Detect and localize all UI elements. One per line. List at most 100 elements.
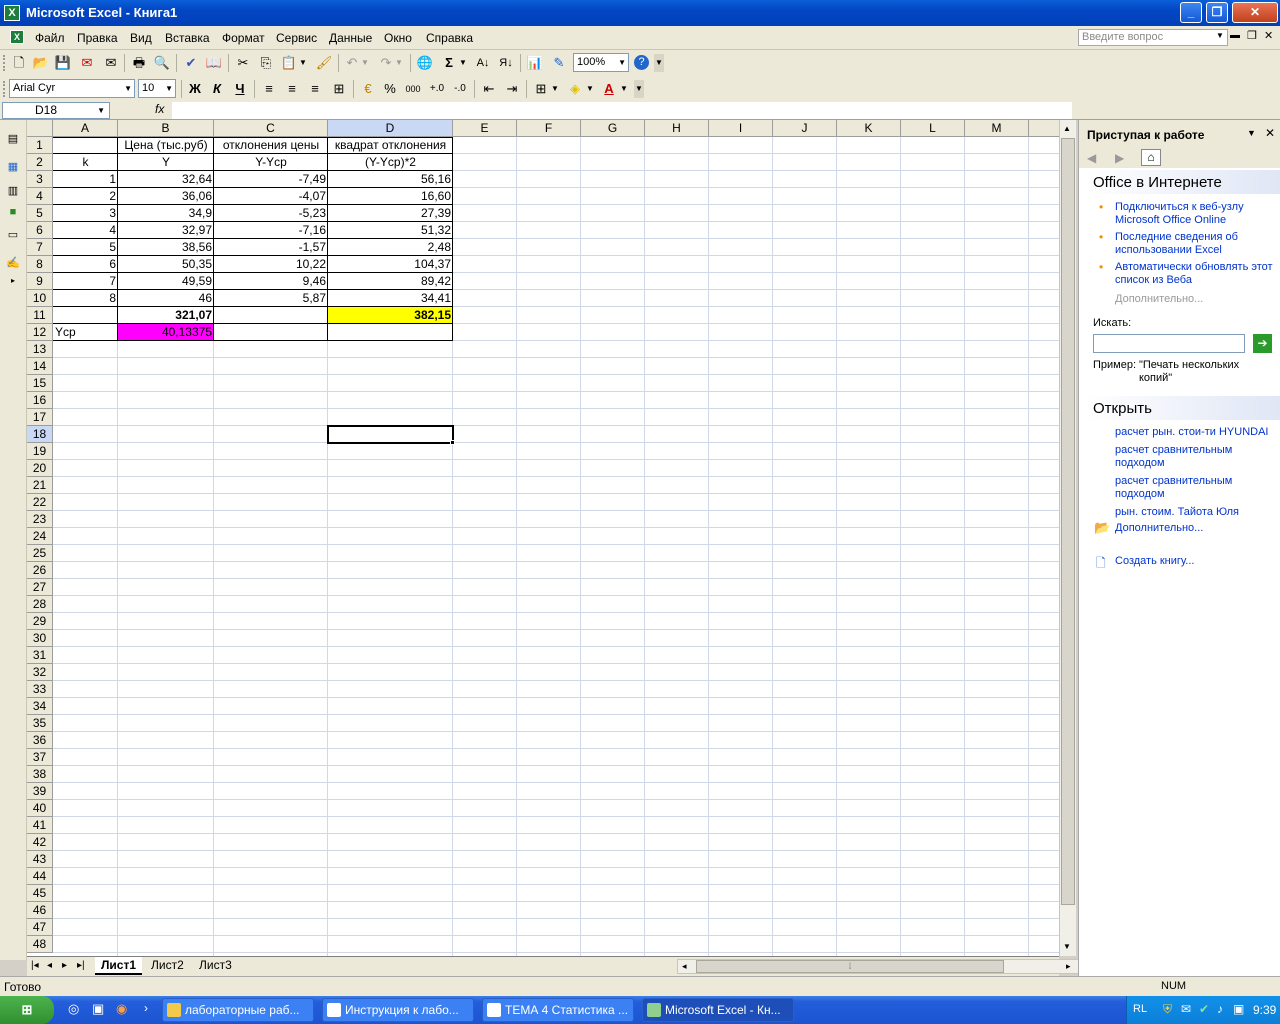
menu-edit[interactable]: Правка (77, 31, 118, 45)
toolbar-tool-icon[interactable]: ▭ (4, 228, 22, 244)
ask-question-input[interactable]: Введите вопрос (1078, 29, 1228, 46)
cell-b12-mean[interactable]: 40,13375 (118, 324, 214, 341)
row-header[interactable]: 5 (27, 205, 53, 222)
task-word-instruction[interactable]: Инструкция к лабо... (322, 998, 474, 1022)
cell-a12[interactable]: Yср (53, 324, 118, 341)
cell-a10[interactable]: 8 (53, 290, 118, 307)
cell-d5[interactable]: 27,39 (328, 205, 453, 222)
row-header[interactable]: 30 (27, 630, 53, 647)
new-icon[interactable]: 🗋 (10, 54, 28, 72)
language-indicator[interactable]: RL (1133, 1003, 1147, 1015)
vertical-scrollbar[interactable]: ▲ ▼ (1059, 120, 1076, 956)
row-header[interactable]: 33 (27, 681, 53, 698)
link-connect-office-online[interactable]: Подключиться к веб-узлу Microsoft Office… (1115, 201, 1275, 227)
toolbar-tool-icon[interactable]: ▥ (4, 184, 22, 200)
task-word-tema4[interactable]: ТЕМА 4 Статистика ... (482, 998, 634, 1022)
column-header[interactable]: B (118, 120, 214, 137)
align-left-icon[interactable]: ≡ (260, 80, 278, 98)
comma-style-button[interactable]: 000 (404, 80, 422, 98)
increase-decimal-icon[interactable]: +.0 (428, 80, 446, 98)
row-header[interactable]: 36 (27, 732, 53, 749)
font-name-combo[interactable]: Arial Cyr ▼ (9, 79, 135, 98)
autosum-icon[interactable]: Σ (440, 54, 458, 72)
font-size-dropdown-icon[interactable]: ▼ (165, 80, 173, 97)
doc-close-icon[interactable]: ✕ (1264, 29, 1273, 42)
row-header[interactable]: 43 (27, 851, 53, 868)
task-excel[interactable]: Microsoft Excel - Кн... (642, 998, 794, 1022)
quicklaunch-desktop-icon[interactable]: ▣ (92, 1001, 104, 1017)
task-pane-search-input[interactable] (1093, 334, 1245, 353)
row-header[interactable]: 26 (27, 562, 53, 579)
tray-monitor-icon[interactable]: ▣ (1233, 1002, 1244, 1016)
recent-file-link[interactable]: расчет сравнительным подходом (1115, 444, 1245, 470)
row-header[interactable]: 47 (27, 919, 53, 936)
hyperlink-icon[interactable]: 🌐 (416, 54, 434, 72)
help-icon[interactable]: ? (634, 55, 649, 70)
column-header[interactable]: C (214, 120, 328, 137)
cell-c7[interactable]: -1,57 (214, 239, 328, 256)
copy-icon[interactable]: ⎘ (257, 54, 275, 72)
row-header[interactable]: 23 (27, 511, 53, 528)
column-header[interactable]: D (328, 120, 453, 137)
row-header[interactable]: 25 (27, 545, 53, 562)
link-more-files[interactable]: Дополнительно... (1115, 522, 1275, 535)
row-header[interactable]: 31 (27, 647, 53, 664)
cell-c5[interactable]: -5,23 (214, 205, 328, 222)
close-button[interactable]: ✕ (1232, 2, 1278, 23)
row-header[interactable]: 22 (27, 494, 53, 511)
row-header[interactable]: 20 (27, 460, 53, 477)
cell-d6[interactable]: 51,32 (328, 222, 453, 239)
font-size-combo[interactable]: 10 ▼ (138, 79, 176, 98)
toolbar-tool-icon[interactable]: ▤ (4, 132, 22, 148)
cell-c10[interactable]: 5,87 (214, 290, 328, 307)
home-icon[interactable]: ⌂ (1141, 149, 1161, 166)
research-icon[interactable]: 📖 (205, 54, 223, 72)
row-header[interactable]: 9 (27, 273, 53, 290)
cell-d3[interactable]: 56,16 (328, 171, 453, 188)
row-header[interactable]: 28 (27, 596, 53, 613)
cell-d11-total[interactable]: 382,15 (328, 307, 453, 324)
tray-network-icon[interactable]: ✔ (1199, 1002, 1209, 1016)
minimize-button[interactable]: _ (1180, 2, 1202, 23)
cell-a8[interactable]: 6 (53, 256, 118, 273)
row-header[interactable]: 2 (27, 154, 53, 171)
tray-app-icon[interactable]: ✉ (1181, 1002, 1191, 1016)
cell-a9[interactable]: 7 (53, 273, 118, 290)
recent-file-link[interactable]: расчет сравнительным подходом (1115, 475, 1245, 501)
link-create-workbook[interactable]: Создать книгу... (1115, 555, 1275, 568)
cell-a4[interactable]: 2 (53, 188, 118, 205)
cell-d4[interactable]: 16,60 (328, 188, 453, 205)
doc-restore-icon[interactable]: ❐ (1247, 29, 1257, 42)
paste-icon[interactable]: 📋 (280, 54, 298, 72)
doc-minimize-icon[interactable]: ▬ (1230, 30, 1240, 41)
name-box-dropdown-icon[interactable]: ▼ (97, 103, 105, 118)
redo-dropdown-icon[interactable]: ▼ (394, 54, 404, 72)
cell-b4[interactable]: 36,06 (118, 188, 214, 205)
row-header[interactable]: 13 (27, 341, 53, 358)
align-center-icon[interactable]: ≡ (283, 80, 301, 98)
active-cell-selection[interactable] (327, 425, 454, 444)
formula-input[interactable] (172, 102, 1072, 119)
row-header[interactable]: 1 (27, 137, 53, 154)
cell-d2[interactable]: (Y-Yср)*2 (328, 154, 453, 171)
cell-a6[interactable]: 4 (53, 222, 118, 239)
row-header[interactable]: 11 (27, 307, 53, 324)
toolbar-options-icon[interactable]: ▼ (654, 54, 664, 72)
cell-b11-total[interactable]: 321,07 (118, 307, 214, 324)
recent-file-link[interactable]: расчет рын. стои-ти HYUNDAI (1115, 426, 1279, 439)
row-header[interactable]: 3 (27, 171, 53, 188)
menu-data[interactable]: Данные (329, 31, 372, 45)
toolbar-options-icon[interactable]: ▼ (634, 80, 644, 98)
row-header[interactable]: 10 (27, 290, 53, 307)
row-header[interactable]: 27 (27, 579, 53, 596)
row-header[interactable]: 37 (27, 749, 53, 766)
cell-c6[interactable]: -7,16 (214, 222, 328, 239)
cell-a2[interactable]: k (53, 154, 118, 171)
toolbar-tool-icon[interactable]: ✍ (4, 256, 22, 272)
link-more-online[interactable]: Дополнительно... (1115, 293, 1275, 306)
email-icon[interactable]: ✉ (102, 54, 120, 72)
cell-b8[interactable]: 50,35 (118, 256, 214, 273)
align-right-icon[interactable]: ≡ (306, 80, 324, 98)
borders-icon[interactable]: ⊞ (532, 80, 550, 98)
quicklaunch-more-icon[interactable]: › (144, 1001, 148, 1015)
